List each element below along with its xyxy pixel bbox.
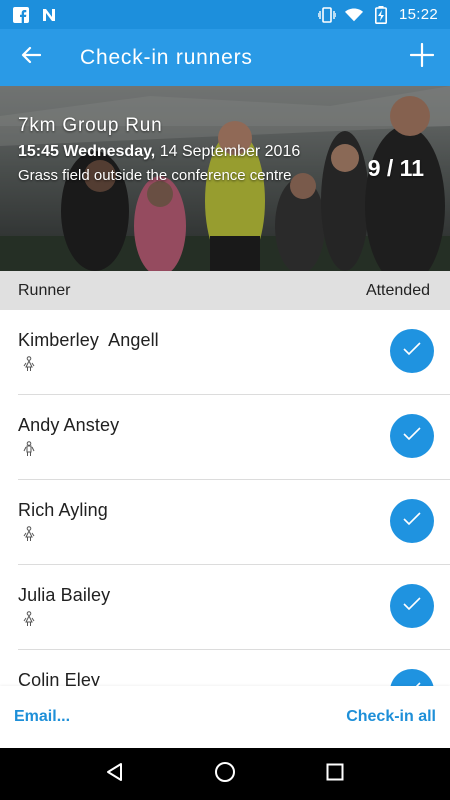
runner-row[interactable]: Andy Anstey (18, 395, 450, 480)
attended-toggle[interactable] (390, 414, 434, 458)
email-button[interactable]: Email... (14, 708, 70, 726)
back-button[interactable] (0, 29, 62, 86)
check-icon (403, 426, 421, 446)
status-bar: 15:22 (0, 0, 450, 29)
attended-toggle[interactable] (390, 499, 434, 543)
runner-name: Rich Ayling (18, 500, 108, 520)
runner-name: Julia Bailey (18, 585, 111, 605)
n-notification-icon (40, 6, 58, 24)
plus-icon (409, 42, 435, 72)
attended-toggle[interactable] (390, 584, 434, 628)
page-title: Check-in runners (80, 45, 253, 69)
runner-name: Andy Anstey (18, 415, 120, 435)
runner-row[interactable]: Kimberley Angell (18, 310, 450, 395)
back-triangle-icon (105, 762, 125, 787)
runner-list[interactable]: Kimberley Angell Andy Anstey Rich Ayling (0, 310, 450, 686)
attended-column-label: Attended (365, 281, 430, 299)
home-circle-icon (214, 761, 236, 788)
recents-square-icon (326, 763, 344, 786)
male-icon (22, 441, 36, 457)
nav-back-button[interactable] (95, 754, 135, 794)
event-banner: 7km Group Run 15:45 Wednesday, 14 Septem… (0, 86, 450, 271)
runner-column-label: Runner (18, 281, 71, 299)
event-datetime: 15:45 Wednesday, 14 September 2016 (18, 143, 300, 161)
event-name: 7km Group Run (18, 115, 163, 136)
event-date: 14 September 2016 (159, 143, 301, 160)
wifi-icon (344, 6, 363, 24)
nav-recents-button[interactable] (315, 754, 355, 794)
list-header: Runner Attended (0, 271, 450, 310)
battery-charging-icon (372, 5, 390, 24)
footer-actions: Email... Check-in all (0, 686, 450, 748)
check-icon (403, 511, 421, 531)
check-icon (403, 341, 421, 361)
attended-toggle[interactable] (390, 329, 434, 373)
vibrate-icon (317, 6, 336, 24)
navigation-bar (0, 748, 450, 800)
nav-home-button[interactable] (205, 754, 245, 794)
runner-name: Colin Eley (18, 670, 101, 686)
runner-row[interactable]: Julia Bailey (18, 565, 450, 650)
female-icon (22, 526, 36, 542)
event-location: Grass field outside the conference centr… (18, 167, 292, 184)
add-runner-button[interactable] (394, 29, 450, 86)
attendance-count: 9 / 11 (367, 155, 424, 181)
event-info: 7km Group Run 15:45 Wednesday, 14 Septem… (18, 115, 300, 184)
female-icon (22, 611, 36, 627)
app-bar: Check-in runners (0, 29, 450, 86)
runner-row[interactable]: Colin Eley (18, 650, 450, 686)
arrow-back-icon (21, 45, 42, 70)
attended-toggle[interactable] (390, 669, 434, 686)
checkin-all-button[interactable]: Check-in all (346, 708, 436, 726)
facebook-icon (12, 6, 30, 24)
event-time: 15:45 Wednesday, (18, 143, 156, 160)
runner-name: Kimberley Angell (18, 330, 159, 350)
female-icon (22, 356, 36, 372)
runner-row[interactable]: Rich Ayling (18, 480, 450, 565)
check-icon (403, 596, 421, 616)
status-time: 15:22 (398, 6, 438, 23)
